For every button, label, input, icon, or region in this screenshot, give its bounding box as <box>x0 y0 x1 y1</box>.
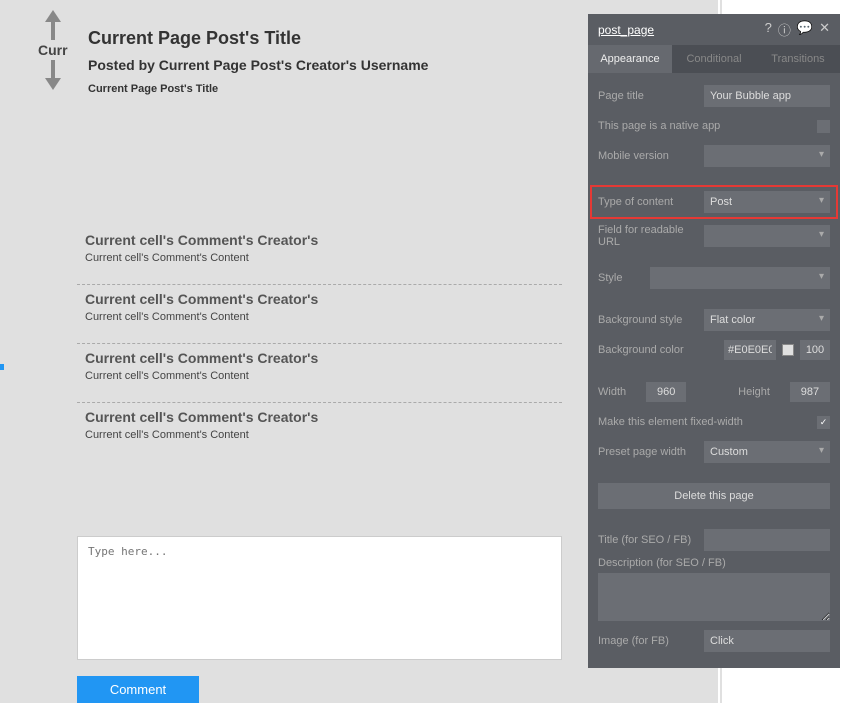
comment-creator: Current cell's Comment's Creator's <box>85 350 554 366</box>
bg-color-label: Background color <box>598 344 724 356</box>
fixed-width-checkbox[interactable]: ✓ <box>817 416 830 429</box>
post-subtitle[interactable]: Posted by Current Page Post's Creator's … <box>88 57 428 73</box>
tab-transitions[interactable]: Transitions <box>756 45 840 73</box>
seo-title-label: Title (for SEO / FB) <box>598 534 704 546</box>
comment-icon[interactable]: 💬 <box>797 20 813 39</box>
post-small-title[interactable]: Current Page Post's Title <box>88 83 428 95</box>
comment-creator: Current cell's Comment's Creator's <box>85 291 554 307</box>
info-icon[interactable]: ⓘ <box>778 20 791 39</box>
list-item[interactable]: Current cell's Comment's Creator's Curre… <box>77 403 562 461</box>
style-label: Style <box>598 272 650 284</box>
list-item[interactable]: Current cell's Comment's Creator's Curre… <box>77 285 562 344</box>
comment-creator: Current cell's Comment's Creator's <box>85 232 554 248</box>
post-title[interactable]: Current Page Post's Title <box>88 28 428 49</box>
comment-button[interactable]: Comment <box>77 676 199 703</box>
bg-style-select[interactable] <box>704 309 830 331</box>
inspector-body: Page title This page is a native app Mob… <box>588 73 840 668</box>
downvote-icon[interactable] <box>45 78 61 90</box>
list-item[interactable]: Current cell's Comment's Creator's Curre… <box>77 226 562 285</box>
fixed-width-label: Make this element fixed-width <box>598 416 817 428</box>
comment-content: Current cell's Comment's Content <box>85 311 554 323</box>
type-content-label: Type of content <box>598 196 704 208</box>
selection-handle[interactable] <box>0 364 4 370</box>
tab-appearance[interactable]: Appearance <box>588 45 672 73</box>
list-item[interactable]: Current cell's Comment's Creator's Curre… <box>77 344 562 403</box>
width-label: Width <box>598 386 626 398</box>
page-title-label: Page title <box>598 90 704 102</box>
arrow-stem <box>51 60 55 78</box>
page-title-input[interactable] <box>704 85 830 107</box>
comment-input[interactable] <box>77 536 562 660</box>
height-input[interactable] <box>790 382 830 402</box>
seo-image-label: Image (for FB) <box>598 635 704 647</box>
help-icon[interactable]: ? <box>765 20 772 39</box>
element-name[interactable]: post_page <box>598 23 654 37</box>
inspector-tabs: Appearance Conditional Transitions <box>588 45 840 73</box>
comment-content: Current cell's Comment's Content <box>85 252 554 264</box>
arrow-stem <box>51 22 55 40</box>
preset-width-select[interactable] <box>704 441 830 463</box>
vote-score: Curr <box>38 42 68 58</box>
delete-page-button[interactable]: Delete this page <box>598 483 830 509</box>
height-label: Height <box>738 386 770 398</box>
vote-widget: Curr <box>38 10 68 90</box>
native-app-label: This page is a native app <box>598 120 817 132</box>
seo-desc-input[interactable] <box>598 573 830 621</box>
type-of-content-row: Type of content <box>590 185 838 219</box>
upvote-icon[interactable] <box>45 10 61 22</box>
inspector-panel[interactable]: post_page ? ⓘ 💬 ✕ Appearance Conditional… <box>588 14 840 668</box>
bg-opacity-input[interactable] <box>800 340 830 360</box>
mobile-version-select[interactable] <box>704 145 830 167</box>
tab-conditional[interactable]: Conditional <box>672 45 756 73</box>
type-content-select[interactable] <box>704 191 830 213</box>
comment-content: Current cell's Comment's Content <box>85 429 554 441</box>
mobile-version-label: Mobile version <box>598 150 704 162</box>
readable-url-select[interactable] <box>704 225 830 247</box>
style-select[interactable] <box>650 267 830 289</box>
preset-width-label: Preset page width <box>598 446 704 458</box>
seo-title-input[interactable] <box>704 529 830 551</box>
comment-creator: Current cell's Comment's Creator's <box>85 409 554 425</box>
seo-desc-label: Description (for SEO / FB) <box>598 557 726 569</box>
close-icon[interactable]: ✕ <box>819 20 830 39</box>
inspector-header[interactable]: post_page ? ⓘ 💬 ✕ <box>588 14 840 45</box>
bg-color-input[interactable] <box>724 340 776 360</box>
seo-image-input[interactable] <box>704 630 830 652</box>
width-input[interactable] <box>646 382 686 402</box>
native-app-checkbox[interactable] <box>817 120 830 133</box>
comment-content: Current cell's Comment's Content <box>85 370 554 382</box>
post-header: Current Page Post's Title Posted by Curr… <box>88 28 428 95</box>
bg-style-label: Background style <box>598 314 704 326</box>
readable-url-label: Field for readable URL <box>598 224 704 248</box>
color-swatch[interactable] <box>782 344 794 356</box>
comments-list: Current cell's Comment's Creator's Curre… <box>77 226 562 461</box>
